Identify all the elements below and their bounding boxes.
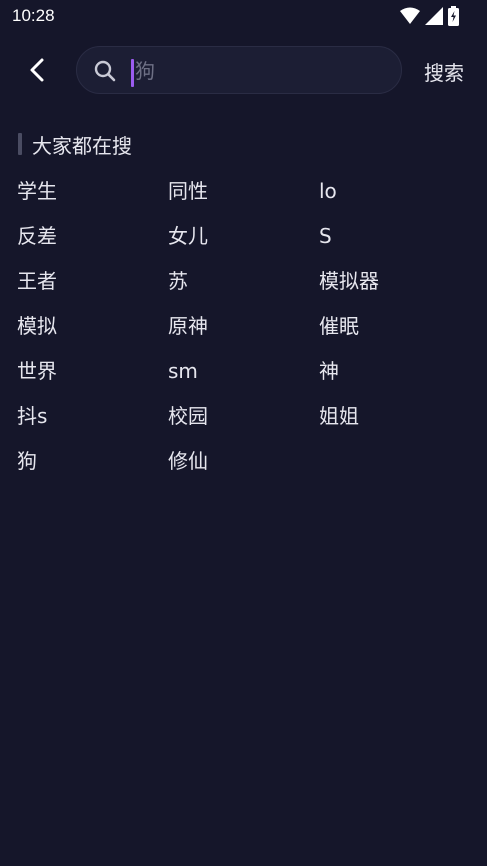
battery-charging-icon — [448, 6, 459, 26]
trending-header: 大家都在搜 — [18, 130, 132, 158]
trending-tag[interactable]: 姐姐 — [319, 401, 470, 446]
chevron-left-icon — [30, 58, 44, 82]
trending-tag[interactable]: 模拟器 — [319, 266, 470, 311]
back-button[interactable] — [22, 54, 54, 86]
trending-tag[interactable]: 女儿 — [168, 221, 319, 266]
trending-tag[interactable]: 修仙 — [168, 446, 319, 491]
trending-tag[interactable]: 学生 — [17, 176, 168, 221]
cellular-signal-icon — [425, 7, 443, 25]
search-row: 搜索 — [0, 46, 487, 94]
trending-tag[interactable]: 反差 — [17, 221, 168, 266]
status-time: 10:28 — [12, 6, 55, 25]
trending-tags-grid: 学生 同性 lo 反差 女儿 S 王者 苏 模拟器 模拟 原神 催眠 世界 sm… — [17, 176, 470, 491]
text-caret — [131, 59, 134, 87]
trending-tag[interactable]: 狗 — [17, 446, 168, 491]
trending-tag[interactable]: 同性 — [168, 176, 319, 221]
trending-tag[interactable]: 世界 — [17, 356, 168, 401]
search-icon — [94, 60, 116, 82]
trending-tag[interactable]: 校园 — [168, 401, 319, 446]
search-box[interactable] — [76, 46, 402, 94]
trending-tag[interactable]: 催眠 — [319, 311, 470, 356]
trending-tag[interactable]: 原神 — [168, 311, 319, 356]
status-bar: 10:28 — [0, 0, 487, 34]
trending-tag[interactable]: 王者 — [17, 266, 168, 311]
search-button[interactable]: 搜索 — [424, 57, 464, 86]
trending-tag[interactable]: 模拟 — [17, 311, 168, 356]
status-icons — [400, 6, 459, 26]
trending-tag[interactable]: lo — [319, 176, 470, 221]
section-title: 大家都在搜 — [32, 133, 132, 158]
trending-tag[interactable]: S — [319, 221, 470, 266]
section-accent-bar — [18, 133, 22, 155]
wifi-icon — [400, 7, 420, 24]
search-input[interactable] — [135, 55, 385, 87]
trending-tag[interactable]: 苏 — [168, 266, 319, 311]
trending-tag[interactable]: 抖s — [17, 401, 168, 446]
trending-tag[interactable]: 神 — [319, 356, 470, 401]
trending-tag[interactable]: sm — [168, 356, 319, 401]
